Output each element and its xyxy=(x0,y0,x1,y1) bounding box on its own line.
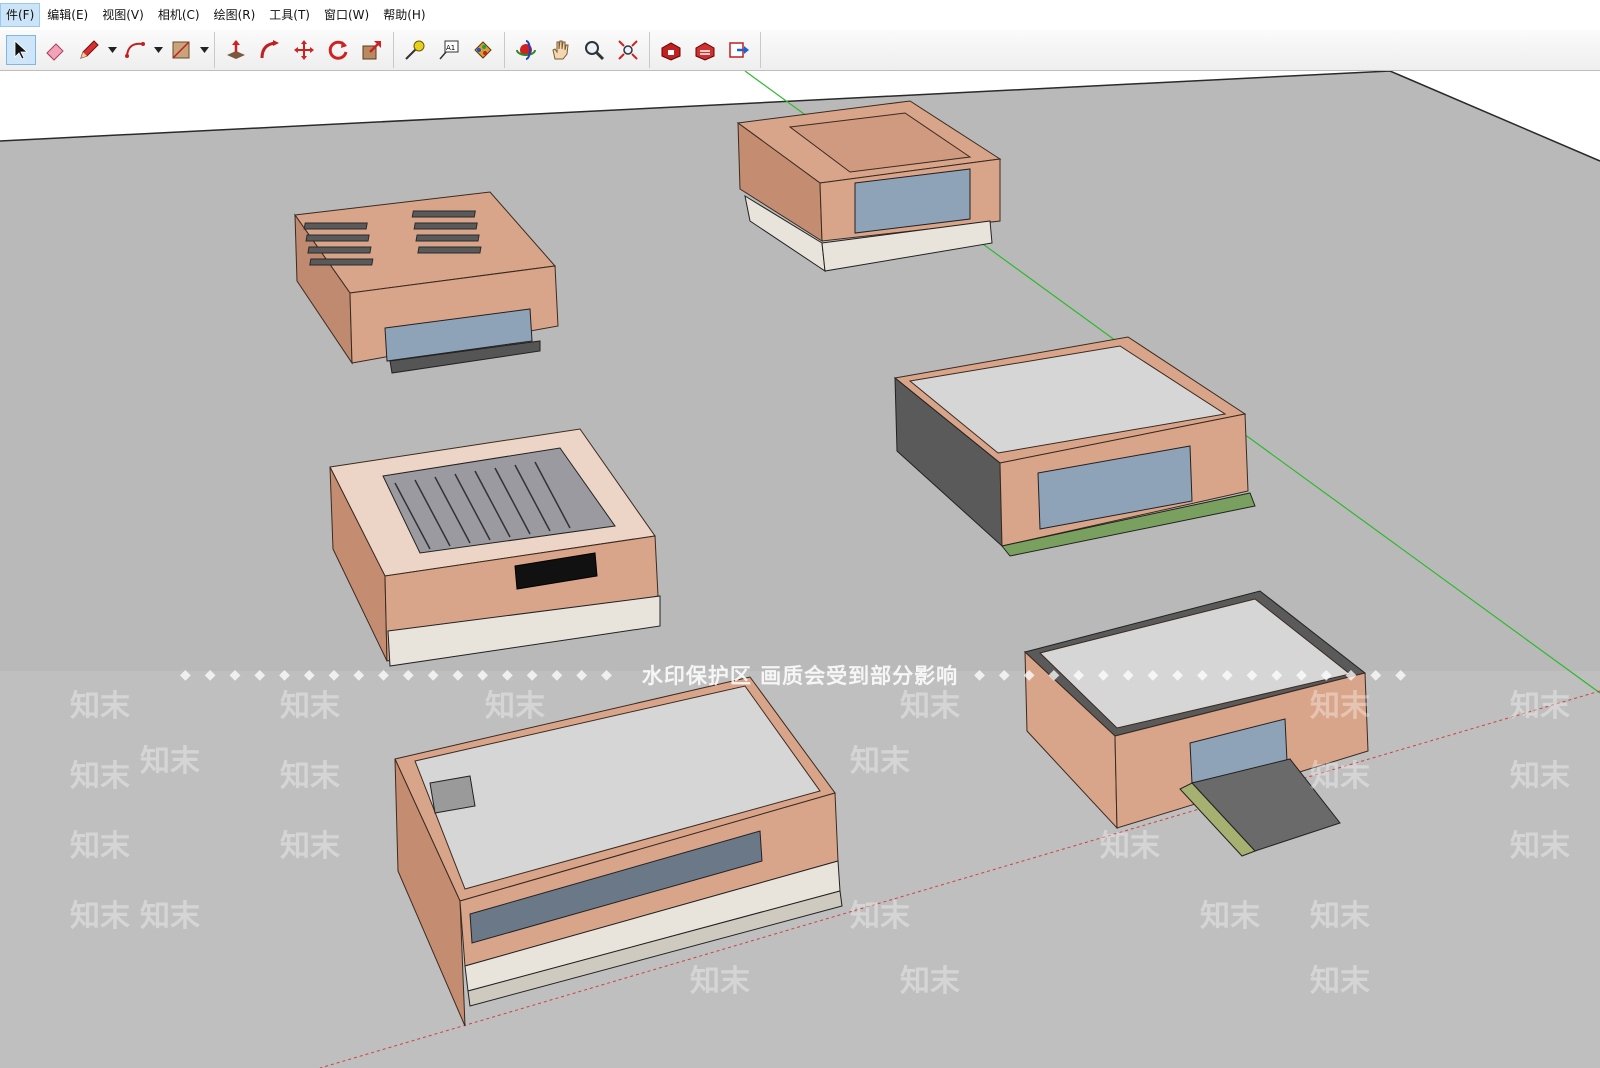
paint-bucket-icon xyxy=(474,41,492,59)
arc-dropdown[interactable] xyxy=(152,35,164,65)
model-scene: 知末 知末 知末 知末 知末 知末 知末 知末 知末 知末 知末 知末 知末 知… xyxy=(0,71,1600,1068)
watermark-tile: 知末 xyxy=(70,759,130,794)
toolbar-group-warehouse xyxy=(650,32,761,68)
toolbar: A1 xyxy=(0,30,1600,71)
menu-bar: 件(F) 编辑(E) 视图(V) 相机(C) 绘图(R) 工具(T) 窗口(W)… xyxy=(0,0,1600,31)
watermark-tile: 知末 xyxy=(280,759,340,794)
watermark-tile: 知末 xyxy=(850,899,910,934)
watermark-tile: 知末 xyxy=(1100,829,1160,864)
pencil-icon xyxy=(80,40,99,59)
toolbar-group-draw xyxy=(0,32,215,68)
move-tool-button[interactable] xyxy=(289,35,319,65)
watermark-tile: 知末 xyxy=(140,744,200,779)
rectangle-dropdown[interactable] xyxy=(198,35,210,65)
menu-help[interactable]: 帮助(H) xyxy=(376,4,432,26)
extension-warehouse-icon xyxy=(695,42,715,61)
text-tool-button[interactable]: A1 xyxy=(434,35,464,65)
watermark-tile: 知末 xyxy=(1310,964,1370,999)
menu-tools[interactable]: 工具(T) xyxy=(262,4,317,26)
select-icon xyxy=(14,40,29,60)
watermark-tile: 知末 xyxy=(1510,689,1570,724)
watermark-dots-right: ◆◆◆◆◆◆◆◆◆◆◆◆◆◆◆◆◆◆ xyxy=(974,667,1420,683)
pencil-dropdown[interactable] xyxy=(106,35,118,65)
watermark-banner: ◆◆◆◆◆◆◆◆◆◆◆◆◆◆◆◆◆◆ 水印保护区 画质会受到部分影响 ◆◆◆◆◆… xyxy=(0,660,1600,690)
rectangle-icon xyxy=(172,41,190,59)
chevron-down-icon xyxy=(107,47,117,53)
warehouse-button[interactable] xyxy=(656,35,686,65)
menu-file[interactable]: 件(F) xyxy=(0,3,41,27)
pencil-tool-button[interactable] xyxy=(74,35,104,65)
toolbar-group-construct: A1 xyxy=(394,32,505,68)
eraser-tool-button[interactable] xyxy=(40,35,70,65)
watermark-dots-left: ◆◆◆◆◆◆◆◆◆◆◆◆◆◆◆◆◆◆ xyxy=(180,667,626,683)
watermark-tile: 知末 xyxy=(1200,899,1260,934)
svg-text:A1: A1 xyxy=(446,44,455,52)
zoom-tool-button[interactable] xyxy=(579,35,609,65)
arc-tool-button[interactable] xyxy=(120,35,150,65)
zoom-icon xyxy=(585,41,605,61)
send-to-layout-button[interactable] xyxy=(724,35,754,65)
toolbar-group-camera xyxy=(505,32,650,68)
watermark-tile: 知末 xyxy=(1310,759,1370,794)
watermark-tile: 知末 xyxy=(280,829,340,864)
chevron-down-icon xyxy=(153,47,163,53)
watermark-tile: 知末 xyxy=(900,964,960,999)
extension-warehouse-button[interactable] xyxy=(690,35,720,65)
toolbar-group-edit xyxy=(215,32,394,68)
watermark-tile: 知末 xyxy=(1510,829,1570,864)
rotate-tool-button[interactable] xyxy=(323,35,353,65)
watermark-tile: 知末 xyxy=(70,899,130,934)
push-pull-icon xyxy=(227,40,245,59)
watermark-tile: 知末 xyxy=(1310,689,1370,724)
orbit-tool-button[interactable] xyxy=(511,35,541,65)
watermark-tile: 知末 xyxy=(140,899,200,934)
push-pull-tool-button[interactable] xyxy=(221,35,251,65)
watermark-tile: 知末 xyxy=(1510,759,1570,794)
arc-icon xyxy=(125,42,145,58)
menu-camera[interactable]: 相机(C) xyxy=(151,4,207,26)
watermark-tile: 知末 xyxy=(280,689,340,724)
text-icon: A1 xyxy=(439,40,459,60)
select-tool-button[interactable] xyxy=(6,35,36,65)
watermark-tile: 知末 xyxy=(485,689,545,724)
move-icon xyxy=(294,40,314,60)
watermark-tile: 知末 xyxy=(1310,899,1370,934)
menu-window[interactable]: 窗口(W) xyxy=(317,4,376,26)
scale-tool-button[interactable] xyxy=(357,35,387,65)
watermark-tile: 知末 xyxy=(900,689,960,724)
zoom-extents-tool-button[interactable] xyxy=(613,35,643,65)
watermark-tile: 知末 xyxy=(850,744,910,779)
orbit-icon xyxy=(516,40,536,60)
pan-tool-button[interactable] xyxy=(545,35,575,65)
warehouse-icon xyxy=(661,42,681,61)
tape-measure-icon xyxy=(405,40,425,60)
watermark-tile: 知末 xyxy=(70,829,130,864)
rotate-icon xyxy=(328,40,348,60)
chevron-down-icon xyxy=(199,47,209,53)
menu-view[interactable]: 视图(V) xyxy=(95,4,151,26)
menu-edit[interactable]: 编辑(E) xyxy=(40,4,95,26)
follow-me-icon xyxy=(260,40,279,59)
paint-bucket-tool-button[interactable] xyxy=(468,35,498,65)
watermark-tile: 知末 xyxy=(690,964,750,999)
pan-icon xyxy=(552,40,569,60)
send-to-layout-icon xyxy=(729,42,749,58)
menu-draw[interactable]: 绘图(R) xyxy=(207,4,263,26)
watermark-tile: 知末 xyxy=(70,689,130,724)
rectangle-tool-button[interactable] xyxy=(166,35,196,65)
model-viewport[interactable]: 知末 知末 知末 知末 知末 知末 知末 知末 知末 知末 知末 知末 知末 知… xyxy=(0,71,1600,1068)
eraser-icon xyxy=(46,43,64,61)
tape-measure-tool-button[interactable] xyxy=(400,35,430,65)
scale-icon xyxy=(362,41,381,60)
follow-me-tool-button[interactable] xyxy=(255,35,285,65)
zoom-extents-icon xyxy=(618,40,638,60)
watermark-text: 水印保护区 画质会受到部分影响 xyxy=(641,664,959,688)
